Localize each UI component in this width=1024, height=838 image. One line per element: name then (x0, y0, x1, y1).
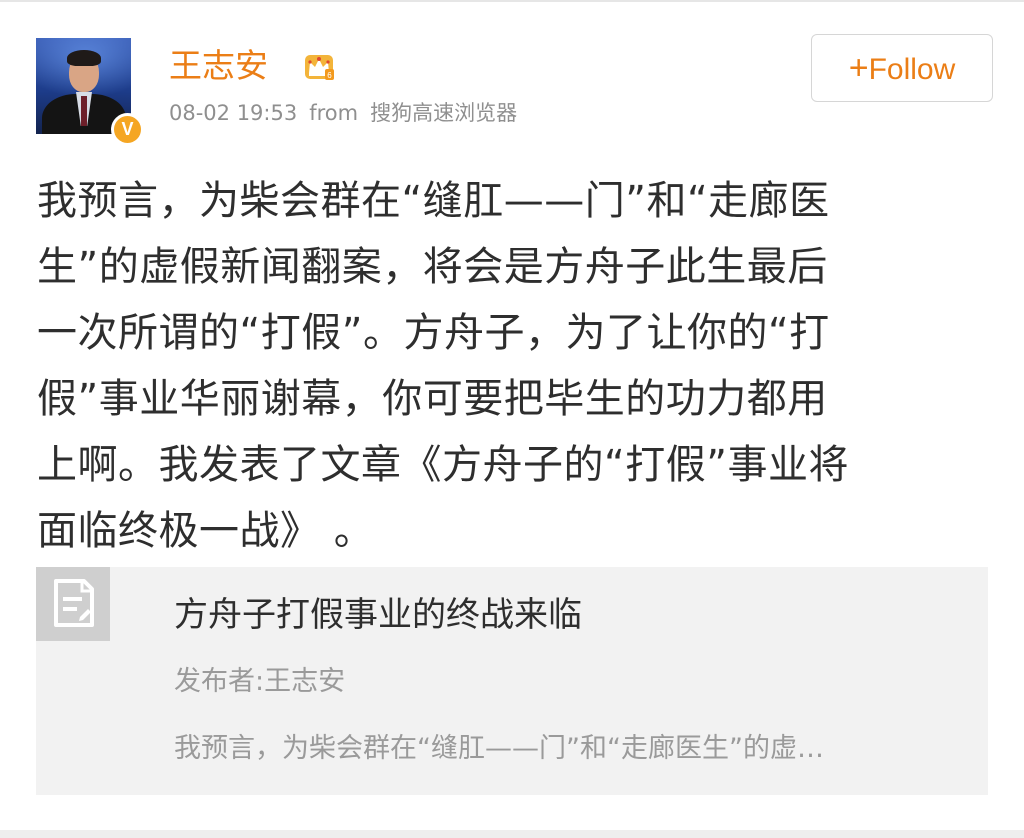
post-text-line: 一次所谓的“打假”。方舟子，为了让你的“打 (37, 310, 830, 356)
post-timestamp[interactable]: 08-02 19:53 (169, 101, 297, 125)
crown-member-icon[interactable]: 6 (301, 49, 337, 83)
avatar-hair (67, 50, 101, 66)
post-text-line: 面临终极一战》 。 (37, 508, 375, 554)
article-excerpt: 我预言，为柴会群在“缝肛——门”和“走廊医生”的虚… (174, 733, 824, 764)
article-thumbnail (36, 567, 110, 641)
bottom-divider (0, 830, 1024, 838)
from-label: from (309, 101, 359, 125)
article-author: 发布者:王志安 (174, 666, 346, 697)
post-content: 我预言，为柴会群在“缝肛——门”和“走廊医 生”的虚假新闻翻案，将会是方舟子此生… (37, 168, 987, 564)
post-text-line: 生”的虚假新闻翻案，将会是方舟子此生最后 (37, 244, 828, 290)
post-source[interactable]: 搜狗高速浏览器 (370, 101, 517, 125)
username[interactable]: 王志安 (169, 44, 268, 88)
follow-button[interactable]: +Follow (811, 34, 993, 102)
post-text-line: 假”事业华丽谢幕，你可要把毕生的功力都用 (37, 376, 828, 422)
article-document-icon (54, 579, 94, 627)
verified-badge-icon: V (111, 113, 144, 146)
avatar-tie (81, 96, 87, 126)
article-card[interactable]: 方舟子打假事业的终战来临 发布者:王志安 我预言，为柴会群在“缝肛——门”和“走… (36, 567, 988, 795)
svg-text:6: 6 (327, 71, 332, 80)
weibo-post-page: V 王志安 6 08-02 19:53 from 搜狗高速浏览器 +Follow 我… (0, 0, 1024, 838)
post-text-line: 我预言，为柴会群在“缝肛——门”和“走廊医 (37, 178, 830, 224)
top-divider (0, 0, 1024, 2)
article-title[interactable]: 方舟子打假事业的终战来临 (174, 593, 582, 637)
post-text-line: 上啊。我发表了文章《方舟子的“打假”事业将 (37, 442, 849, 488)
plus-icon: + (848, 49, 869, 87)
post-meta: 08-02 19:53 from 搜狗高速浏览器 (169, 98, 517, 128)
follow-label: Follow (868, 53, 956, 86)
